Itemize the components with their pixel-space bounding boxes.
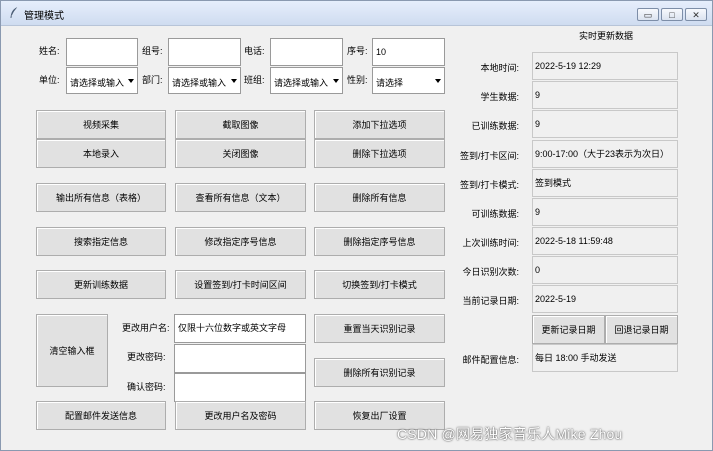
search-info-button[interactable]: 搜索指定信息 bbox=[36, 227, 166, 256]
clear-inputs-button[interactable]: 清空输入框 bbox=[36, 314, 108, 387]
rollback-record-date-button[interactable]: 回退记录日期 bbox=[605, 315, 678, 344]
capture-image-button[interactable]: 截取图像 bbox=[175, 110, 306, 139]
delete-all-records-button[interactable]: 删除所有识别记录 bbox=[314, 358, 445, 387]
view-all-text-button[interactable]: 查看所有信息（文本） bbox=[175, 183, 306, 212]
today-count-value: 0 bbox=[532, 256, 678, 284]
trainable-count-label: 可训练数据: bbox=[471, 209, 519, 219]
seq-label: 序号: bbox=[347, 46, 368, 56]
student-count-label: 学生数据: bbox=[480, 92, 519, 102]
window-title: 管理模式 bbox=[24, 11, 64, 22]
mail-config-label: 邮件配置信息: bbox=[462, 355, 519, 365]
mail-config-value: 每日 18:00 手动发送 bbox=[532, 344, 678, 372]
checkin-mode-value: 签到模式 bbox=[532, 169, 678, 197]
chevron-down-icon bbox=[333, 79, 339, 83]
unit-combobox[interactable]: 请选择或输入 bbox=[66, 67, 138, 94]
watermark: CSDN @网易独家音乐人Mike Zhou bbox=[397, 426, 623, 442]
password-label: 更改密码: bbox=[127, 352, 166, 362]
student-count-value: 9 bbox=[532, 81, 678, 109]
checkin-interval-value: 9:00-17:00（大于23表示为次日） bbox=[532, 140, 678, 168]
local-entry-button[interactable]: 本地录入 bbox=[36, 139, 166, 168]
chevron-down-icon bbox=[435, 79, 441, 83]
username-label: 更改用户名: bbox=[122, 323, 170, 333]
phone-input[interactable] bbox=[270, 38, 343, 66]
close-button[interactable]: ✕ bbox=[685, 8, 707, 21]
title-bar[interactable]: 管理模式 ▭ □ ✕ bbox=[1, 1, 712, 26]
feather-icon bbox=[10, 6, 18, 18]
trained-count-label: 已训练数据: bbox=[471, 121, 519, 131]
gender-combobox-value: 请选择 bbox=[376, 78, 404, 88]
realtime-header: 实时更新数据 bbox=[579, 31, 634, 41]
main-window: 管理模式 ▭ □ ✕ 姓名: 组号: 电话: 序号: 10 单位: 请选择或输入… bbox=[0, 0, 713, 451]
checkin-mode-label: 签到/打卡模式: bbox=[459, 180, 519, 190]
username-input[interactable]: 仅限十六位数字或英文字母 bbox=[174, 314, 306, 343]
name-input[interactable] bbox=[66, 38, 138, 66]
chevron-down-icon bbox=[128, 79, 134, 83]
config-mail-button[interactable]: 配置邮件发送信息 bbox=[36, 401, 166, 430]
last-train-label: 上次训练时间: bbox=[462, 238, 519, 248]
delete-by-seq-button[interactable]: 删除指定序号信息 bbox=[314, 227, 445, 256]
close-image-button[interactable]: 关闭图像 bbox=[175, 139, 306, 168]
maximize-button[interactable]: □ bbox=[661, 8, 683, 21]
group-input[interactable] bbox=[168, 38, 241, 66]
dept-combobox-value: 请选择或输入 bbox=[172, 78, 227, 88]
delete-all-info-button[interactable]: 删除所有信息 bbox=[314, 183, 445, 212]
checkin-interval-label: 签到/打卡区间: bbox=[459, 151, 519, 161]
gender-combobox[interactable]: 请选择 bbox=[372, 67, 445, 94]
phone-label: 电话: bbox=[244, 46, 265, 56]
group-label: 组号: bbox=[142, 46, 163, 56]
local-time-value: 2022-5-19 12:29 bbox=[532, 52, 678, 80]
gender-label: 性别: bbox=[347, 75, 368, 85]
class-combobox-value: 请选择或输入 bbox=[274, 78, 329, 88]
modify-by-seq-button[interactable]: 修改指定序号信息 bbox=[175, 227, 306, 256]
confirm-password-input[interactable] bbox=[174, 373, 306, 402]
unit-label: 单位: bbox=[39, 75, 60, 85]
change-credentials-button[interactable]: 更改用户名及密码 bbox=[175, 401, 306, 430]
password-input[interactable] bbox=[174, 344, 306, 373]
local-time-label: 本地时间: bbox=[480, 63, 519, 73]
trainable-count-value: 9 bbox=[532, 198, 678, 226]
name-label: 姓名: bbox=[39, 46, 60, 56]
class-label: 班组: bbox=[244, 75, 265, 85]
confirm-password-label: 确认密码: bbox=[127, 382, 166, 392]
record-date-value: 2022-5-19 bbox=[532, 285, 678, 313]
chevron-down-icon bbox=[231, 79, 237, 83]
minimize-button[interactable]: ▭ bbox=[637, 8, 659, 21]
export-all-table-button[interactable]: 输出所有信息（表格） bbox=[36, 183, 166, 212]
delete-dropdown-option-button[interactable]: 删除下拉选项 bbox=[314, 139, 445, 168]
trained-count-value: 9 bbox=[532, 110, 678, 138]
seq-input[interactable]: 10 bbox=[372, 38, 445, 66]
set-checkin-interval-button[interactable]: 设置签到/打卡时间区间 bbox=[175, 270, 306, 299]
switch-checkin-mode-button[interactable]: 切换签到/打卡模式 bbox=[314, 270, 445, 299]
unit-combobox-value: 请选择或输入 bbox=[70, 78, 125, 88]
video-capture-button[interactable]: 视频采集 bbox=[36, 110, 166, 139]
update-training-data-button[interactable]: 更新训练数据 bbox=[36, 270, 166, 299]
dept-combobox[interactable]: 请选择或输入 bbox=[168, 67, 241, 94]
update-record-date-button[interactable]: 更新记录日期 bbox=[532, 315, 605, 344]
dept-label: 部门: bbox=[142, 75, 163, 85]
record-date-label: 当前记录日期: bbox=[462, 296, 519, 306]
class-combobox[interactable]: 请选择或输入 bbox=[270, 67, 343, 94]
last-train-value: 2022-5-18 11:59:48 bbox=[532, 227, 678, 255]
reset-today-records-button[interactable]: 重置当天识别记录 bbox=[314, 314, 445, 343]
today-count-label: 今日识别次数: bbox=[462, 267, 519, 277]
add-dropdown-option-button[interactable]: 添加下拉选项 bbox=[314, 110, 445, 139]
